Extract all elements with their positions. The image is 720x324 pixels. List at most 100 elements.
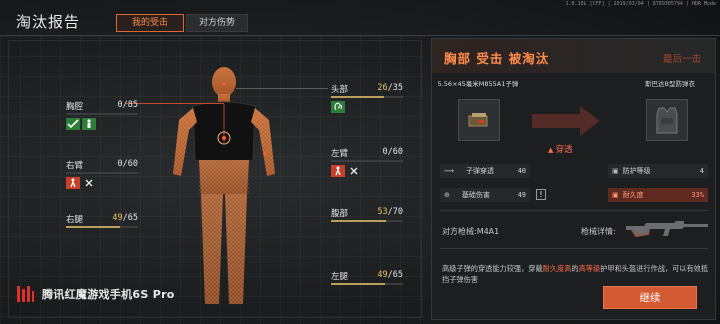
hit-dot-arm bbox=[263, 152, 267, 156]
desc-highlight: 耐久度高 bbox=[542, 264, 572, 273]
left-leg-mesh bbox=[225, 194, 247, 304]
part-chest-max: /85 bbox=[122, 100, 138, 110]
continue-button[interactable]: 继续 bbox=[603, 286, 697, 309]
header-divider bbox=[0, 35, 720, 36]
part-right-arm-name: 右臂 bbox=[66, 161, 84, 171]
tab-enemy-injuries[interactable]: 对方伤势 bbox=[186, 14, 248, 32]
armor-stat-label: 防护等级 bbox=[622, 167, 651, 175]
brand-text: 腾讯红魔游戏手机6S Pro bbox=[42, 288, 175, 301]
penetrate-arrow-icon: ▲ bbox=[548, 146, 556, 154]
part-right-leg-bar bbox=[66, 226, 138, 228]
part-left-leg-max: /65 bbox=[387, 270, 403, 280]
part-abdomen-max: /70 bbox=[387, 207, 403, 217]
penetrate-text: 穿透 bbox=[555, 145, 573, 155]
rifle-icon[interactable] bbox=[624, 214, 710, 244]
ammo-name: 5.56×45毫米M855A1子弹 bbox=[437, 80, 519, 88]
crosshair-icon: ⊕ bbox=[444, 191, 450, 199]
desc-text: 的 bbox=[571, 264, 579, 273]
fracture-icon bbox=[331, 165, 345, 177]
part-right-leg-max: /65 bbox=[122, 213, 138, 223]
part-right-leg-bar-fill bbox=[66, 226, 121, 228]
ammo-stat-damage: ⊕ 基础伤害 49 bbox=[440, 188, 530, 202]
abdomen-mesh bbox=[199, 160, 249, 194]
enemy-weapon-text: 对方枪械:M4A1 bbox=[442, 227, 500, 236]
report-panel: 胸部 受击 被淘汰 最后一击 5.56×45毫米M855A1子弹 ▲ 穿透 斯巴… bbox=[431, 38, 716, 320]
armor-stat-value: 33% bbox=[691, 191, 704, 199]
part-left-arm-max: /60 bbox=[387, 147, 403, 157]
elimination-report-screen: 1.0.10L [CFF] | 2019/03/04 | 8789305794 … bbox=[0, 0, 720, 324]
part-left-arm: 左臂 0/60 bbox=[331, 147, 403, 177]
hearing-icon bbox=[331, 101, 345, 113]
part-abdomen-name: 腹部 bbox=[331, 209, 349, 219]
part-right-leg: 右腿 49/65 bbox=[66, 213, 138, 228]
part-left-leg-bar bbox=[331, 283, 403, 285]
part-chest: 胸腔 0/85 bbox=[66, 100, 138, 130]
armor-level-icon: ▣ bbox=[612, 167, 619, 175]
part-left-leg-name: 左腿 bbox=[331, 272, 349, 282]
panel-divider bbox=[440, 210, 708, 211]
part-abdomen: 腹部 53/70 bbox=[331, 207, 403, 222]
part-head: 头部 26/35 bbox=[331, 83, 403, 113]
durability-icon: ▣ bbox=[612, 191, 619, 199]
armor-stat-durability: ▣ 耐久度 33% bbox=[608, 188, 708, 202]
part-left-leg-current: 49 bbox=[377, 270, 388, 280]
right-arm-mesh bbox=[173, 108, 197, 176]
body-figure bbox=[173, 67, 275, 304]
head-shape bbox=[212, 67, 236, 97]
ammo-image bbox=[458, 99, 500, 141]
ammo-stat-value: 49 bbox=[517, 191, 526, 199]
ammo-stat-value: 40 bbox=[517, 167, 526, 175]
desc-text: 高级子弹的穿透能力较强，穿戴 bbox=[442, 264, 543, 273]
part-right-arm-bar bbox=[66, 172, 138, 174]
report-header: 胸部 受击 被淘汰 最后一击 bbox=[432, 39, 715, 73]
part-right-leg-current: 49 bbox=[112, 213, 123, 223]
part-left-arm-name: 左臂 bbox=[331, 149, 349, 159]
fracture-icon bbox=[66, 177, 80, 189]
report-description: 高级子弹的穿透能力较强，穿戴耐久度高的高等级护甲和头盔进行作战，可以有效抵挡子弹… bbox=[442, 263, 708, 285]
red-magic-logo-icon bbox=[17, 286, 34, 302]
armor-image bbox=[646, 99, 688, 141]
part-head-name: 头部 bbox=[331, 85, 349, 95]
right-leg-mesh bbox=[201, 194, 223, 304]
part-head-max: /35 bbox=[387, 83, 403, 93]
heal-check-icon bbox=[66, 118, 80, 130]
part-head-current: 26 bbox=[377, 83, 388, 93]
body-status-icon bbox=[82, 118, 96, 130]
tab-my-hits[interactable]: 我的受击 bbox=[116, 14, 184, 32]
part-abdomen-bar-fill bbox=[331, 220, 386, 222]
chest-leader-line bbox=[126, 103, 224, 104]
left-arm-mesh bbox=[251, 108, 275, 176]
part-abdomen-bar bbox=[331, 220, 403, 222]
vest-icon bbox=[656, 107, 678, 134]
status-bar: 1.0.10L [CFF] | 2019/03/04 | 8789305794 … bbox=[565, 1, 716, 7]
report-title: 胸部 受击 被淘汰 bbox=[444, 51, 550, 66]
panel-divider bbox=[440, 248, 708, 249]
part-left-leg: 左腿 49/65 bbox=[331, 270, 403, 285]
part-head-bar-fill bbox=[331, 96, 385, 98]
part-left-leg-bar-fill bbox=[331, 283, 386, 285]
penetration-icon: ⟿ bbox=[444, 167, 455, 175]
ammo-stat-label: 子弹穿透 bbox=[466, 167, 495, 175]
cross-mark-icon bbox=[347, 165, 361, 177]
weapon-detail-label: 枪械详情: bbox=[581, 227, 616, 236]
hit-marker-core bbox=[222, 136, 226, 140]
ammo-stat-penetration: ⟿ 子弹穿透 40 bbox=[440, 164, 530, 178]
part-chest-name: 胸腔 bbox=[66, 102, 84, 112]
desc-highlight: 高等级 bbox=[578, 264, 601, 273]
penetrate-arrow bbox=[526, 101, 610, 141]
warning-icon[interactable]: ! bbox=[536, 189, 546, 200]
bullet-box-icon bbox=[468, 113, 488, 127]
armor-stat-label: 耐久度 bbox=[622, 191, 644, 199]
armor-name: 斯巴达B型防弹衣 bbox=[645, 80, 695, 88]
penetrate-label: ▲ 穿透 bbox=[548, 143, 573, 155]
page-title: 淘汰报告 bbox=[16, 13, 81, 31]
part-chest-bar bbox=[66, 113, 138, 115]
ammo-stat-label: 基础伤害 bbox=[461, 191, 490, 199]
hit-dot-head bbox=[222, 82, 226, 86]
head-leader-line bbox=[236, 88, 328, 89]
part-right-arm-max: /60 bbox=[122, 159, 138, 169]
final-hit-label: 最后一击 bbox=[662, 54, 701, 65]
part-right-arm: 右臂 0/60 bbox=[66, 159, 138, 189]
armor-stat-level: ▣ 防护等级 4 bbox=[608, 164, 708, 178]
cross-mark-icon bbox=[82, 177, 96, 189]
